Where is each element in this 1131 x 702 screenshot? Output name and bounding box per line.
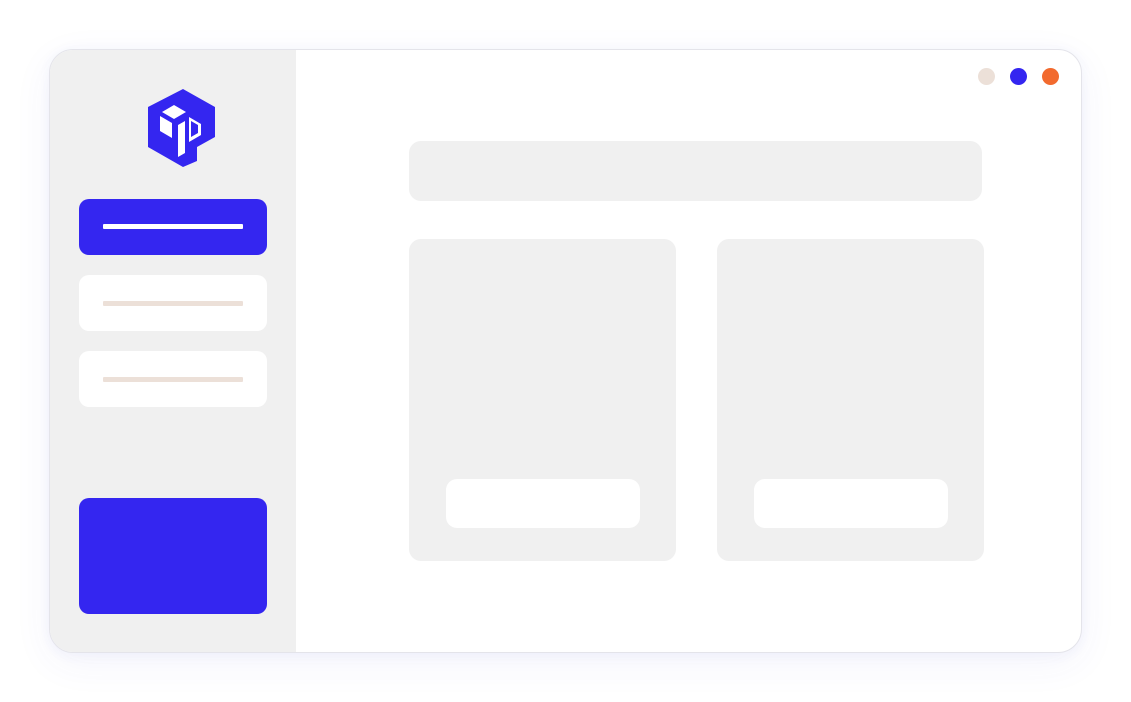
orange-dot-icon[interactable] xyxy=(1042,68,1059,85)
card-action-button[interactable] xyxy=(754,479,948,528)
sidebar-item-2[interactable] xyxy=(79,275,267,331)
sidebar-item-label-placeholder xyxy=(103,224,243,229)
window-controls xyxy=(978,68,1059,85)
neutral-dot-icon[interactable] xyxy=(978,68,995,85)
box-p-logo-icon xyxy=(148,89,215,167)
sidebar-item-label-placeholder xyxy=(103,377,243,382)
sidebar-promo-card[interactable] xyxy=(79,498,267,614)
brand-logo-icon[interactable] xyxy=(145,87,225,167)
blue-dot-icon[interactable] xyxy=(1010,68,1027,85)
sidebar-item-label-placeholder xyxy=(103,301,243,306)
card-action-button[interactable] xyxy=(446,479,640,528)
header-placeholder xyxy=(409,141,982,201)
sidebar xyxy=(50,50,296,652)
app-window xyxy=(49,49,1082,653)
content-card-1 xyxy=(409,239,676,561)
content-card-2 xyxy=(717,239,984,561)
sidebar-item-1[interactable] xyxy=(79,199,267,255)
sidebar-item-3[interactable] xyxy=(79,351,267,407)
